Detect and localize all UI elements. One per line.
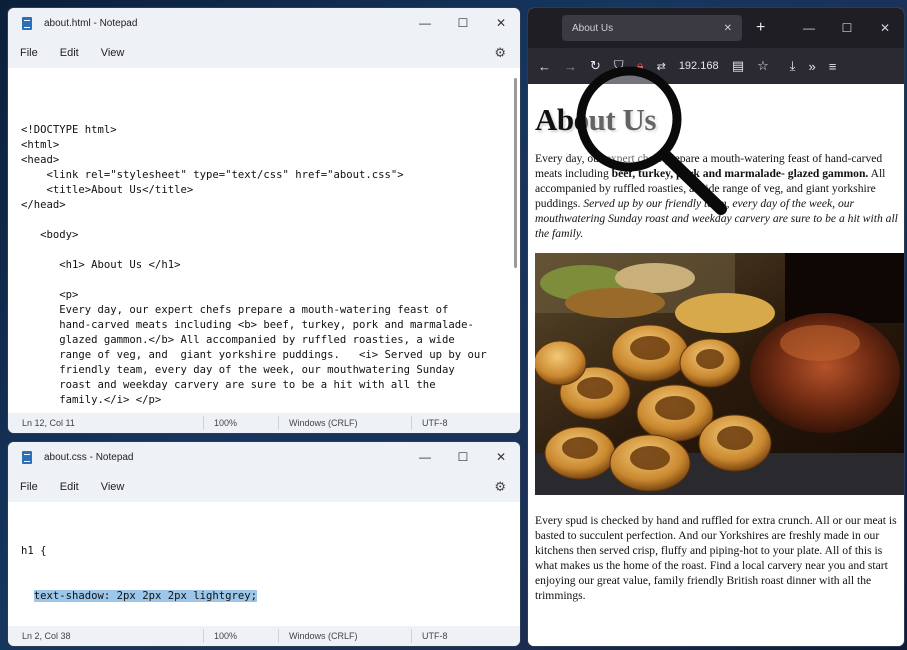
zoom-level: 100% [214, 418, 238, 428]
minimize-button[interactable]: — [406, 442, 444, 472]
overflow-icon[interactable]: » [809, 59, 816, 74]
second-paragraph: Every spud is checked by hand and ruffle… [535, 514, 897, 602]
magnifier-icon [576, 66, 727, 215]
status-bar: Ln 12, Col 11 100% Windows (CRLF) UTF-8 [8, 413, 520, 433]
menu-edit[interactable]: Edit [60, 47, 79, 59]
code-line: <h1> About Us </h1> [21, 259, 181, 271]
selected-text: text-shadow: 2px 2px 2px lightgrey; [33, 590, 257, 602]
menu-bar: File Edit View ⚙ [8, 38, 520, 68]
menu-file[interactable]: File [20, 47, 38, 59]
reader-view-icon[interactable]: ▤ [732, 58, 744, 74]
line-ending: Windows (CRLF) [289, 418, 358, 428]
code-line: h1 { [21, 545, 47, 557]
tab-about-us[interactable]: About Us ✕ [562, 15, 742, 41]
maximize-button[interactable]: ☐ [444, 8, 482, 38]
menu-view[interactable]: View [101, 47, 125, 59]
settings-gear-icon[interactable]: ⚙ [494, 479, 506, 495]
code-line: friendly team, every day of the week, ou… [21, 364, 455, 376]
back-icon[interactable]: ← [538, 59, 551, 74]
status-bar: Ln 2, Col 38 100% Windows (CRLF) UTF-8 [8, 626, 520, 646]
cursor-position: Ln 12, Col 11 [22, 418, 75, 428]
title-bar: about.html - Notepad — ☐ ✕ [8, 8, 520, 38]
code-line: family.</i> </p> [21, 394, 162, 406]
code-line: <body> [21, 229, 79, 241]
code-line: <link rel="stylesheet" type="text/css" h… [21, 169, 404, 181]
menu-view[interactable]: View [101, 481, 125, 493]
notepad-html-window: about.html - Notepad — ☐ ✕ File Edit Vie… [8, 8, 520, 433]
text-editor[interactable]: <!DOCTYPE html> <html> <head> <link rel="s… [8, 68, 520, 413]
menu-edit[interactable]: Edit [60, 481, 79, 493]
text-editor[interactable]: h1 { text-shadow: 2px 2px 2px lightgrey;… [8, 502, 520, 626]
roast-dinner-photo [535, 253, 904, 495]
close-button[interactable]: ✕ [482, 442, 520, 472]
tab-strip: About Us ✕ + — ☐ ✕ [528, 8, 904, 48]
code-line: Every day, our expert chefs prepare a mo… [21, 304, 449, 316]
code-line: range of veg, and giant yorkshire puddin… [21, 349, 487, 361]
cursor-position: Ln 2, Col 38 [22, 631, 71, 641]
minimize-button[interactable]: — [406, 8, 444, 38]
window-title: about.html - Notepad [44, 17, 138, 29]
settings-gear-icon[interactable]: ⚙ [494, 45, 506, 61]
code-line: hand-carved meats including <b> beef, tu… [21, 319, 474, 331]
code-line: <p> [21, 289, 79, 301]
new-tab-button[interactable]: + [756, 19, 765, 37]
minimize-button[interactable]: — [790, 21, 828, 35]
close-button[interactable]: ✕ [482, 8, 520, 38]
line-ending: Windows (CRLF) [289, 631, 358, 641]
download-icon[interactable]: ⤓ [790, 58, 796, 74]
code-line: <!DOCTYPE html> [21, 124, 117, 136]
close-button[interactable]: ✕ [866, 21, 904, 35]
title-bar: about.css - Notepad — ☐ ✕ [8, 442, 520, 472]
notepad-icon [22, 16, 32, 30]
code-line: <head> [21, 154, 60, 166]
hamburger-menu-icon[interactable]: ≡ [829, 59, 837, 74]
code-line: text-shadow: 2px 2px 2px lightgrey; [21, 589, 520, 604]
menu-file[interactable]: File [20, 481, 38, 493]
maximize-button[interactable]: ☐ [828, 21, 866, 35]
code-line: <html> [21, 139, 60, 151]
code-line: <title>About Us</title> [21, 184, 194, 196]
scrollbar[interactable] [514, 78, 517, 268]
notepad-icon [22, 450, 32, 464]
zoom-level: 100% [214, 631, 238, 641]
encoding: UTF-8 [422, 631, 448, 641]
code-line: </head> [21, 199, 66, 211]
code-line: roast and weekday carvery are sure to be… [21, 379, 436, 391]
bookmark-star-icon[interactable]: ☆ [757, 58, 769, 74]
tab-title: About Us [572, 22, 614, 34]
close-tab-icon[interactable]: ✕ [724, 23, 732, 34]
encoding: UTF-8 [422, 418, 448, 428]
menu-bar: File Edit View ⚙ [8, 472, 520, 502]
maximize-button[interactable]: ☐ [444, 442, 482, 472]
window-title: about.css - Notepad [44, 451, 134, 463]
notepad-css-window: about.css - Notepad — ☐ ✕ File Edit View… [8, 442, 520, 646]
carvery-image [535, 253, 904, 495]
code-line: glazed gammon.</b> All accompanied by ru… [21, 334, 455, 346]
